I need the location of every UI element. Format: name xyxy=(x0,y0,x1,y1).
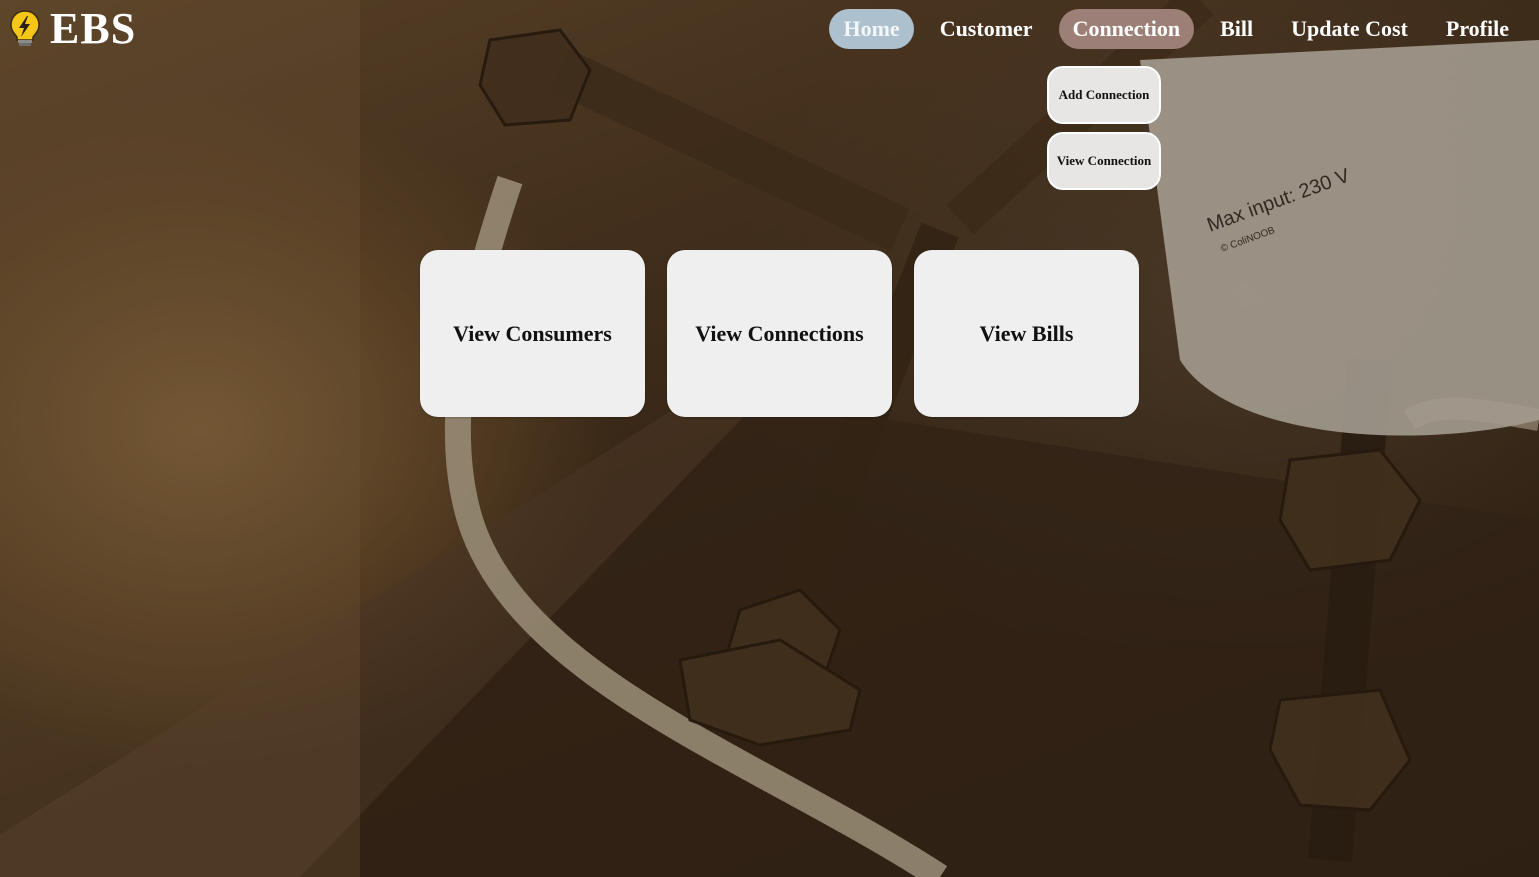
brand-title: EBS xyxy=(50,4,137,53)
lightbulb-bolt-icon xyxy=(10,10,40,46)
view-connections-card[interactable]: View Connections xyxy=(667,250,892,417)
background-image: Max input: 230 V © ColiNOOB xyxy=(0,0,1539,877)
nav-home[interactable]: Home xyxy=(829,9,914,49)
dashboard-cards: View Consumers View Connections View Bil… xyxy=(420,250,1139,417)
nav-profile[interactable]: Profile xyxy=(1430,9,1525,49)
nav-update-cost[interactable]: Update Cost xyxy=(1275,9,1424,49)
main-menu: Home Customer Connection Bill Update Cos… xyxy=(829,9,1525,49)
view-consumers-card[interactable]: View Consumers xyxy=(420,250,645,417)
dropdown-add-connection[interactable]: Add Connection xyxy=(1047,66,1161,124)
connection-dropdown: Add Connection View Connection xyxy=(1047,66,1161,198)
view-bills-card[interactable]: View Bills xyxy=(914,250,1139,417)
brand[interactable]: EBS xyxy=(8,4,136,54)
nav-customer[interactable]: Customer xyxy=(924,9,1049,49)
nav-connection[interactable]: Connection xyxy=(1058,9,1195,49)
top-navbar: EBS Home Customer Connection Bill Update… xyxy=(0,0,1539,60)
nav-bill[interactable]: Bill xyxy=(1204,9,1269,49)
dropdown-view-connection[interactable]: View Connection xyxy=(1047,132,1161,190)
page: Max input: 230 V © ColiNOOB EBS Home Cus… xyxy=(0,0,1539,877)
background-shade xyxy=(0,0,1539,877)
